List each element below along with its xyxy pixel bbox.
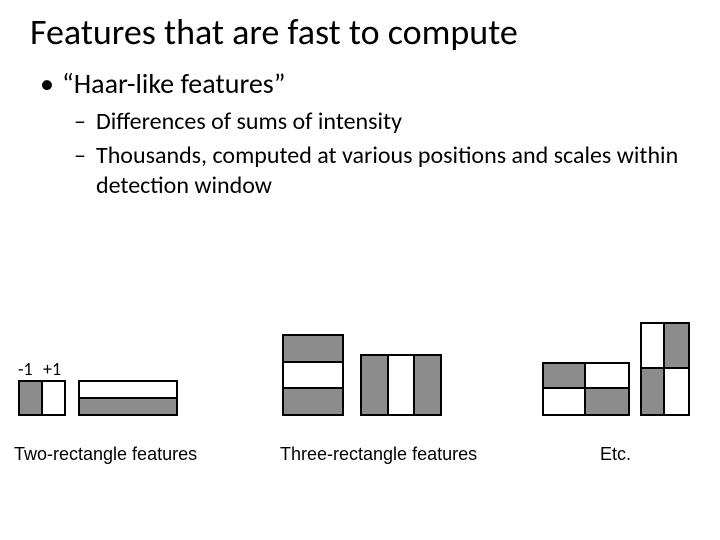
- slide-title: Features that are fast to compute: [30, 10, 518, 54]
- cell-gray: [284, 389, 342, 414]
- cell-gray: [80, 399, 176, 414]
- cell-gray: [665, 324, 688, 369]
- bullet-level2: Differences of sums of intensity: [40, 107, 680, 137]
- cell-white: [665, 369, 688, 414]
- four-rect-tall-icon: [640, 322, 690, 416]
- cell-white: [586, 364, 628, 389]
- four-rect-wide-icon: [542, 362, 630, 416]
- cell-white: [284, 363, 342, 390]
- cell-white: [43, 382, 64, 414]
- three-rect-vertical-icon: [360, 354, 442, 416]
- two-rect-horizontal-icon: [78, 380, 178, 416]
- cell-gray: [642, 369, 665, 414]
- bullet-list: “Haar-like features” Differences of sums…: [40, 66, 680, 205]
- cell-gray: [20, 382, 43, 414]
- cell-gray: [544, 364, 586, 389]
- cell-white: [642, 324, 665, 369]
- caption-etc: Etc.: [600, 444, 631, 465]
- cell-gray: [284, 336, 342, 363]
- caption-two-rect: Two-rectangle features: [14, 444, 197, 465]
- caption-three-rect: Three-rectangle features: [280, 444, 477, 465]
- bullet-level2: Thousands, computed at various positions…: [40, 141, 680, 201]
- cell-white: [80, 382, 176, 399]
- cell-gray: [362, 356, 389, 414]
- two-rect-vertical-icon: [18, 380, 66, 416]
- three-rect-horizontal-icon: [282, 334, 344, 416]
- cell-white: [389, 356, 416, 414]
- cell-gray: [415, 356, 440, 414]
- cell-gray: [586, 389, 628, 414]
- bullet-level1: “Haar-like features”: [40, 66, 680, 101]
- legend-negative: -1: [18, 358, 33, 380]
- slide: Features that are fast to compute “Haar-…: [0, 0, 720, 540]
- legend-positive: +1: [43, 358, 61, 380]
- cell-white: [544, 389, 586, 414]
